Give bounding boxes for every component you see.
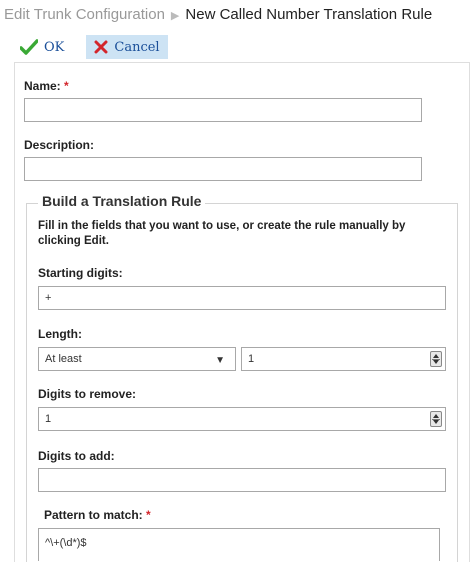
pattern-to-match-input[interactable]: ^\+(\d*)$ [38, 528, 440, 561]
translation-rule-legend: Build a Translation Rule [38, 193, 206, 209]
length-label: Length: [38, 327, 82, 341]
ok-label: OK [44, 39, 65, 55]
caret-down-icon: ▼ [215, 355, 225, 366]
length-value-input[interactable]: 1 [241, 347, 446, 371]
digits-to-remove-input[interactable]: 1 [38, 407, 446, 431]
starting-digits-label: Starting digits: [38, 266, 123, 280]
name-input[interactable] [24, 98, 422, 122]
breadcrumb: Edit Trunk Configuration ▶ New Called Numb… [4, 6, 432, 23]
digits-to-add-label: Digits to add: [38, 449, 115, 463]
cancel-button[interactable]: Cancel [86, 35, 168, 59]
digits-to-remove-label: Digits to remove: [38, 387, 137, 401]
length-mode-dropdown[interactable]: At least ▼ [38, 347, 236, 371]
name-label: Name: * [24, 79, 69, 93]
breadcrumb-parent-link[interactable]: Edit Trunk Configuration [4, 6, 165, 23]
cancel-label: Cancel [114, 39, 160, 55]
x-icon [94, 40, 108, 54]
ok-button[interactable]: OK [14, 35, 70, 59]
instructions-text: Fill in the fields that you want to use,… [38, 220, 406, 247]
spinner-icon[interactable] [430, 351, 442, 367]
description-label: Description: [24, 138, 95, 152]
required-marker: * [64, 79, 69, 93]
spinner-icon[interactable] [430, 411, 442, 427]
required-marker: * [146, 508, 151, 522]
checkmark-icon [20, 39, 38, 55]
pattern-to-match-label: Pattern to match: * [44, 508, 151, 522]
toolbar: OK Cancel [14, 35, 168, 59]
description-input[interactable] [24, 157, 422, 181]
digits-to-add-input[interactable] [38, 468, 446, 492]
triangle-right-icon: ▶ [170, 10, 180, 22]
page-title: New Called Number Translation Rule [185, 6, 433, 23]
starting-digits-input[interactable]: + [38, 286, 446, 310]
